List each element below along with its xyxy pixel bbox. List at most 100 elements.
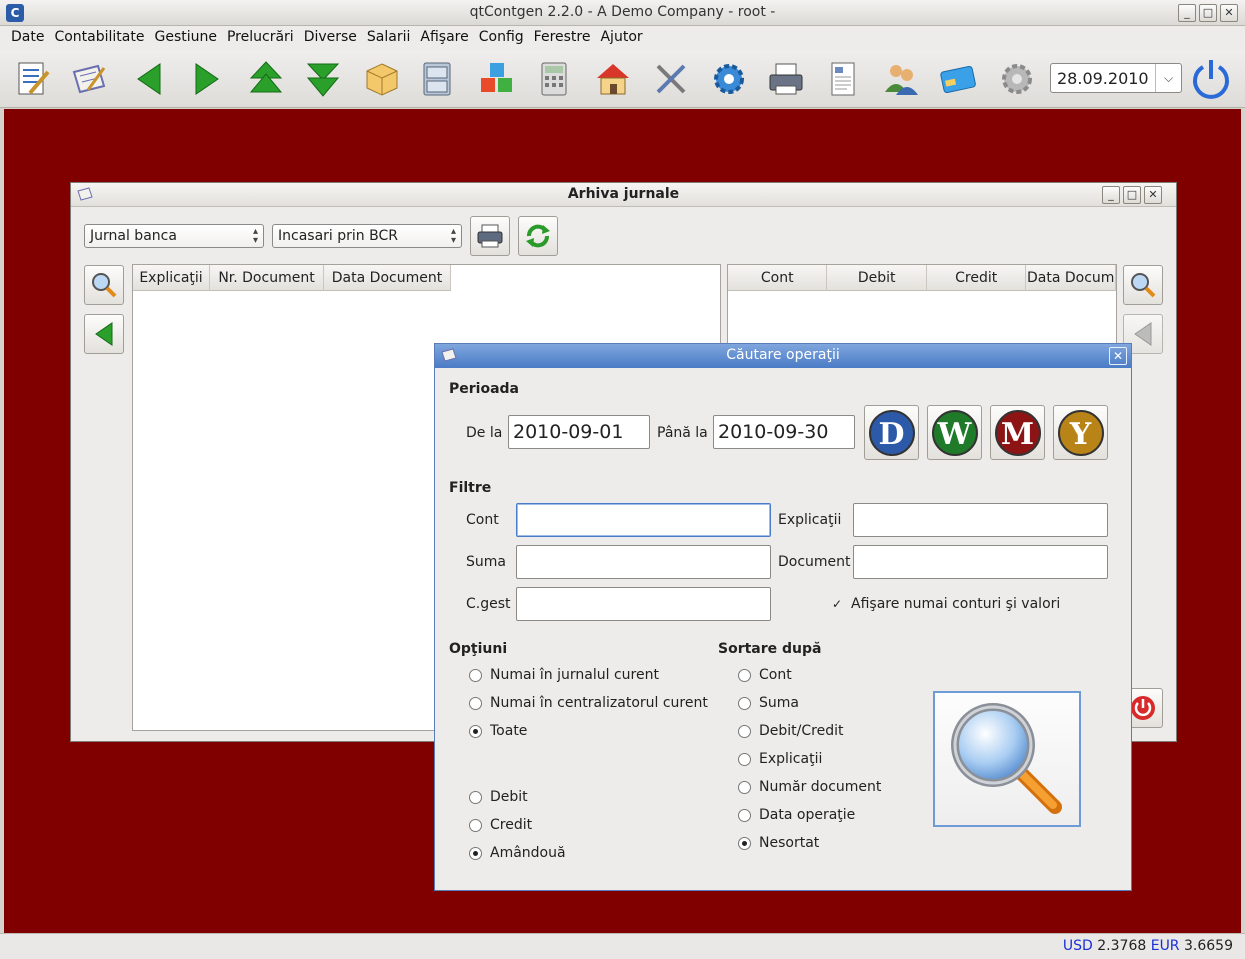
- sub-journal-combo[interactable]: Incasari prin BCR ▴ ▾: [272, 224, 462, 248]
- column-header[interactable]: Nr. Document: [210, 265, 324, 291]
- sort-debit-credit[interactable]: Debit/Credit: [738, 723, 843, 739]
- radio-indicator[interactable]: [469, 696, 482, 710]
- period-week-button[interactable]: W: [927, 405, 982, 460]
- sort-cont[interactable]: Cont: [738, 667, 792, 683]
- menu-date[interactable]: Date: [6, 26, 49, 50]
- arrow-down-icon[interactable]: [302, 58, 344, 100]
- sort-nesortat[interactable]: Nesortat: [738, 835, 819, 851]
- refresh-button[interactable]: [518, 216, 558, 256]
- column-header[interactable]: Data Docum: [1026, 265, 1116, 291]
- column-header[interactable]: Explicaţii: [133, 265, 210, 291]
- menu-config[interactable]: Config: [474, 26, 529, 50]
- document-field[interactable]: [853, 545, 1108, 579]
- back-button[interactable]: [84, 314, 124, 354]
- menu-gestiune[interactable]: Gestiune: [149, 26, 222, 50]
- menu-diverse[interactable]: Diverse: [299, 26, 362, 50]
- column-header[interactable]: Debit: [827, 265, 927, 291]
- menu-prelucrari[interactable]: Prelucrări: [222, 26, 299, 50]
- maximize-button[interactable]: □: [1123, 186, 1141, 204]
- arrow-right-icon[interactable]: [186, 58, 228, 100]
- search-button[interactable]: [84, 265, 124, 305]
- radio-indicator[interactable]: [738, 752, 751, 766]
- date-to-field[interactable]: 2010-09-30: [713, 415, 855, 449]
- date-from-field[interactable]: 2010-09-01: [508, 415, 650, 449]
- date-combo[interactable]: 28.09.2010 ⌵: [1050, 63, 1182, 93]
- checkmark-icon[interactable]: ✓: [831, 598, 843, 610]
- radio-indicator[interactable]: [469, 724, 482, 738]
- radio-indicator[interactable]: [738, 724, 751, 738]
- sort-suma[interactable]: Suma: [738, 695, 799, 711]
- power-icon[interactable]: [1188, 56, 1234, 102]
- radio-debit[interactable]: Debit: [469, 789, 528, 805]
- users-icon[interactable]: [880, 58, 922, 100]
- document-icon[interactable]: [822, 58, 864, 100]
- period-month-button[interactable]: M: [990, 405, 1045, 460]
- notes-icon[interactable]: [68, 58, 110, 100]
- menu-contabilitate[interactable]: Contabilitate: [49, 26, 149, 50]
- printer-icon[interactable]: [765, 58, 807, 100]
- radio-credit[interactable]: Credit: [469, 817, 532, 833]
- close-button[interactable]: ✕: [1109, 347, 1127, 365]
- column-header[interactable]: Data Document: [324, 265, 451, 291]
- radio-centralizator-curent[interactable]: Numai în centralizatorul curent: [469, 695, 708, 711]
- journal-edit-icon[interactable]: [12, 58, 54, 100]
- menu-ajutor[interactable]: Ajutor: [595, 26, 647, 50]
- suma-field[interactable]: [516, 545, 771, 579]
- arhiva-window-controls: _ □ ✕: [1102, 186, 1162, 204]
- card-icon[interactable]: [937, 58, 979, 100]
- radio-indicator[interactable]: [469, 790, 482, 804]
- sort-explicatii[interactable]: Explicaţii: [738, 751, 822, 767]
- journal-combo[interactable]: Jurnal banca ▴ ▾: [84, 224, 264, 248]
- close-button[interactable]: ✕: [1144, 186, 1162, 204]
- menu-afisare[interactable]: Afişare: [415, 26, 473, 50]
- calculator-icon[interactable]: [533, 58, 575, 100]
- radio-indicator[interactable]: [738, 696, 751, 710]
- print-button[interactable]: [470, 216, 510, 256]
- entries-table[interactable]: Cont Debit Credit Data Docum: [727, 264, 1117, 344]
- radio-indicator[interactable]: [738, 668, 751, 682]
- sort-data-operatie[interactable]: Data operaţie: [738, 807, 855, 823]
- chevron-down-icon[interactable]: ⌵: [1155, 64, 1181, 92]
- gears-icon[interactable]: [708, 58, 750, 100]
- arrow-left-icon[interactable]: [128, 58, 170, 100]
- radio-toate[interactable]: Toate: [469, 723, 527, 739]
- explicatii-field[interactable]: [853, 503, 1108, 537]
- period-day-button[interactable]: D: [864, 405, 919, 460]
- radio-indicator[interactable]: [469, 668, 482, 682]
- only-accounts-checkbox[interactable]: ✓ Afişare numai conturi şi valori: [831, 596, 1060, 612]
- radio-indicator[interactable]: [738, 836, 751, 850]
- run-search-button[interactable]: [933, 691, 1081, 827]
- radio-label: Numai în centralizatorul curent: [490, 695, 708, 711]
- cgest-field[interactable]: [516, 587, 771, 621]
- dialog-title: Căutare operaţii: [726, 347, 840, 363]
- period-year-button[interactable]: Y: [1053, 405, 1108, 460]
- sort-numar-document[interactable]: Număr document: [738, 779, 881, 795]
- arrow-up-icon[interactable]: [245, 58, 287, 100]
- column-header[interactable]: Credit: [927, 265, 1027, 291]
- usd-label: USD: [1062, 938, 1093, 954]
- radio-indicator[interactable]: [469, 818, 482, 832]
- maximize-button[interactable]: □: [1199, 4, 1217, 22]
- section-perioada: Perioada: [449, 381, 519, 397]
- cabinet-icon[interactable]: [416, 58, 458, 100]
- settings-icon[interactable]: [996, 58, 1038, 100]
- cubes-icon[interactable]: [476, 58, 518, 100]
- close-button[interactable]: ✕: [1220, 4, 1238, 22]
- radio-indicator[interactable]: [469, 846, 482, 860]
- column-header[interactable]: Cont: [728, 265, 828, 291]
- tools-icon[interactable]: [650, 58, 692, 100]
- section-filtre: Filtre: [449, 480, 492, 496]
- search-button-right[interactable]: [1123, 265, 1163, 305]
- minimize-button[interactable]: _: [1102, 186, 1120, 204]
- menu-salarii[interactable]: Salarii: [362, 26, 415, 50]
- menu-ferestre[interactable]: Ferestre: [529, 26, 596, 50]
- radio-indicator[interactable]: [738, 808, 751, 822]
- minimize-button[interactable]: _: [1178, 4, 1196, 22]
- radio-amandoua[interactable]: Amândouă: [469, 845, 566, 861]
- cont-field[interactable]: [516, 503, 771, 537]
- radio-jurnal-curent[interactable]: Numai în jurnalul curent: [469, 667, 659, 683]
- home-icon[interactable]: [592, 58, 634, 100]
- radio-label: Nesortat: [759, 835, 820, 851]
- radio-indicator[interactable]: [738, 780, 751, 794]
- box-icon[interactable]: [361, 58, 403, 100]
